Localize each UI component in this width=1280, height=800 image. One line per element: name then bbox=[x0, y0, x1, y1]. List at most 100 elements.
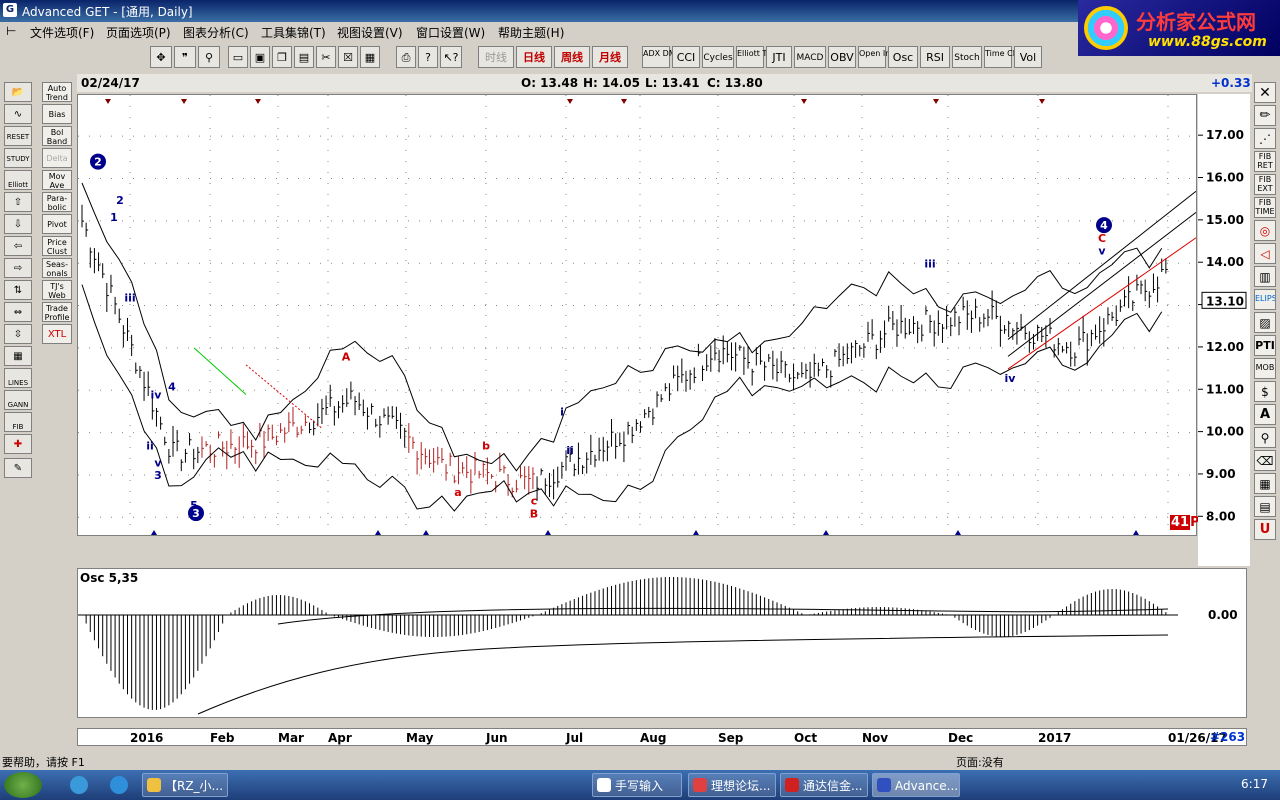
study-rsi[interactable]: RSI bbox=[920, 46, 950, 68]
fib-ret-button[interactable]: FIB RET bbox=[1254, 151, 1276, 172]
arrow-right-icon[interactable]: ⇨ bbox=[4, 258, 32, 278]
study-obv[interactable]: OBV bbox=[828, 46, 856, 68]
task-advanced-get[interactable]: Advance... bbox=[872, 773, 960, 797]
study-macd[interactable]: MACD bbox=[794, 46, 826, 68]
period-weekly[interactable]: 周线 bbox=[554, 46, 590, 68]
study-stoch[interactable]: Stoch bbox=[952, 46, 982, 68]
context-help-icon[interactable]: ↖? bbox=[440, 46, 462, 68]
dollar-icon[interactable]: $ bbox=[1254, 381, 1276, 402]
pin-icon[interactable]: ⊢ bbox=[6, 24, 16, 38]
reset-button[interactable]: RESET bbox=[4, 126, 32, 146]
study-cci[interactable]: CCI bbox=[672, 46, 700, 68]
scale-icon[interactable]: ⇳ bbox=[4, 324, 32, 344]
period-monthly[interactable]: 月线 bbox=[592, 46, 628, 68]
start-button[interactable] bbox=[4, 772, 42, 798]
app-icon[interactable]: G bbox=[3, 3, 17, 17]
props-icon[interactable]: ▦ bbox=[360, 46, 380, 68]
study-jti[interactable]: JTI bbox=[766, 46, 792, 68]
eraser-icon[interactable]: ⌫ bbox=[1254, 450, 1276, 471]
fib-arc-icon[interactable]: ◁ bbox=[1254, 243, 1276, 264]
study-cycles[interactable]: Cycles bbox=[702, 46, 734, 68]
ellipse-button[interactable]: ELIPS bbox=[1254, 289, 1276, 310]
task-handwriting[interactable]: 手写输入 bbox=[592, 773, 682, 797]
menu-page[interactable]: 页面选项(P) bbox=[106, 24, 171, 41]
hatch-icon[interactable]: ▨ bbox=[1254, 312, 1276, 333]
book-icon[interactable]: ▤ bbox=[1254, 496, 1276, 517]
fan-icon[interactable]: ⋰ bbox=[1254, 128, 1276, 149]
study-osc[interactable]: Osc bbox=[888, 46, 918, 68]
magnet-icon[interactable]: U bbox=[1254, 519, 1276, 540]
fib-ext-button[interactable]: FIB EXT bbox=[1254, 174, 1276, 195]
study-bias[interactable]: Bias bbox=[42, 104, 72, 124]
zoom-icon[interactable]: ⚲ bbox=[198, 46, 220, 68]
task-rz[interactable]: 【RZ_小... bbox=[142, 773, 228, 797]
fib-button[interactable]: FIB bbox=[4, 412, 32, 432]
period-daily[interactable]: 日线 bbox=[516, 46, 552, 68]
study-open-int[interactable]: Open Int bbox=[858, 46, 893, 68]
study-xtl[interactable]: XTL bbox=[42, 324, 72, 344]
quote-icon[interactable]: ❞ bbox=[174, 46, 196, 68]
open-icon[interactable]: 📂 bbox=[4, 82, 32, 102]
study-mov-ave[interactable]: Mov Ave bbox=[42, 170, 72, 190]
study-button[interactable]: STUDY bbox=[4, 148, 32, 168]
study-vol[interactable]: Vol bbox=[1014, 46, 1042, 68]
mob-button[interactable]: MOB bbox=[1254, 358, 1276, 379]
edit-icon[interactable]: ✎ bbox=[4, 458, 32, 478]
print-icon[interactable]: ⎙ bbox=[396, 46, 416, 68]
study-pivot[interactable]: Pivot bbox=[42, 214, 72, 234]
fib-circle-icon[interactable]: ◎ bbox=[1254, 220, 1276, 241]
menu-tools[interactable]: 工具集锦(T) bbox=[261, 24, 326, 41]
study-tj-web[interactable]: TJ's Web bbox=[42, 280, 72, 300]
price-chart-panel[interactable]: 23412iiiiviiv345AabcBiiiiiiivvC 41PT bbox=[77, 94, 1209, 536]
task-forum[interactable]: 理想论坛... bbox=[688, 773, 776, 797]
grid-icon[interactable]: ▦ bbox=[4, 346, 32, 366]
help-icon[interactable]: ? bbox=[418, 46, 438, 68]
expand-icon[interactable]: ⇔ bbox=[4, 302, 32, 322]
menu-window[interactable]: 窗口设置(W) bbox=[416, 24, 485, 41]
paste-icon[interactable]: ▤ bbox=[294, 46, 314, 68]
crosshair-icon[interactable]: ✚ bbox=[4, 434, 32, 454]
cut-icon[interactable]: ✂ bbox=[316, 46, 336, 68]
study-elliott-trig[interactable]: Elliott Trig bbox=[736, 46, 777, 68]
study-delta[interactable]: Delta bbox=[42, 148, 72, 168]
high-value: H: 14.05 bbox=[583, 76, 640, 90]
lines-button[interactable]: LINES bbox=[4, 368, 32, 388]
study-adx-dmi[interactable]: ADX DMI bbox=[642, 46, 678, 68]
text-icon[interactable]: A bbox=[1254, 404, 1276, 425]
study-seasonals[interactable]: Seas-onals bbox=[42, 258, 72, 278]
study-time-clust[interactable]: Time Clust bbox=[984, 46, 1027, 68]
elliott-button[interactable]: Elliott bbox=[4, 170, 32, 190]
menu-file[interactable]: 文件选项(F) bbox=[30, 24, 94, 41]
close-icon[interactable]: ✕ bbox=[1254, 82, 1276, 103]
ie-icon[interactable] bbox=[70, 776, 88, 794]
menu-view[interactable]: 视图设置(V) bbox=[337, 24, 403, 41]
grid-small-icon[interactable]: ▦ bbox=[1254, 473, 1276, 494]
arrow-down-icon[interactable]: ⇩ bbox=[4, 214, 32, 234]
study-auto-trend[interactable]: Auto Trend bbox=[42, 82, 72, 102]
oscillator-panel[interactable]: Osc 5,35 0.00 bbox=[77, 568, 1247, 718]
pattern-icon[interactable]: ∿ bbox=[4, 104, 32, 124]
fib-time-button[interactable]: FIB TIME bbox=[1254, 197, 1276, 218]
cursor-icon[interactable]: ✥ bbox=[150, 46, 172, 68]
study-bol-band[interactable]: Bol Band bbox=[42, 126, 72, 146]
pti-button[interactable]: PTI bbox=[1254, 335, 1276, 356]
arrow-up-icon[interactable]: ⇧ bbox=[4, 192, 32, 212]
delete-icon[interactable]: ☒ bbox=[338, 46, 358, 68]
magnify-icon[interactable]: ⚲ bbox=[1254, 427, 1276, 448]
menu-chart[interactable]: 图表分析(C) bbox=[183, 24, 249, 41]
new-icon[interactable]: ▭ bbox=[228, 46, 248, 68]
period-hourly[interactable]: 时线 bbox=[478, 46, 514, 68]
gann-button[interactable]: GANN bbox=[4, 390, 32, 410]
study-trade-profile[interactable]: Trade Profile bbox=[42, 302, 72, 322]
channel-icon[interactable]: ▥ bbox=[1254, 266, 1276, 287]
arrow-left-icon[interactable]: ⇦ bbox=[4, 236, 32, 256]
copy-icon[interactable]: ❐ bbox=[272, 46, 292, 68]
pencil-icon[interactable]: ✏ bbox=[1254, 105, 1276, 126]
study-price-clust[interactable]: Price Clust bbox=[42, 236, 72, 256]
study-parabolic[interactable]: Para-bolic bbox=[42, 192, 72, 212]
task-tdx[interactable]: 通达信金... bbox=[780, 773, 868, 797]
save-icon[interactable]: ▣ bbox=[250, 46, 270, 68]
compress-icon[interactable]: ⇅ bbox=[4, 280, 32, 300]
browser-icon[interactable] bbox=[110, 776, 128, 794]
menu-help[interactable]: 帮助主题(H) bbox=[498, 24, 564, 41]
